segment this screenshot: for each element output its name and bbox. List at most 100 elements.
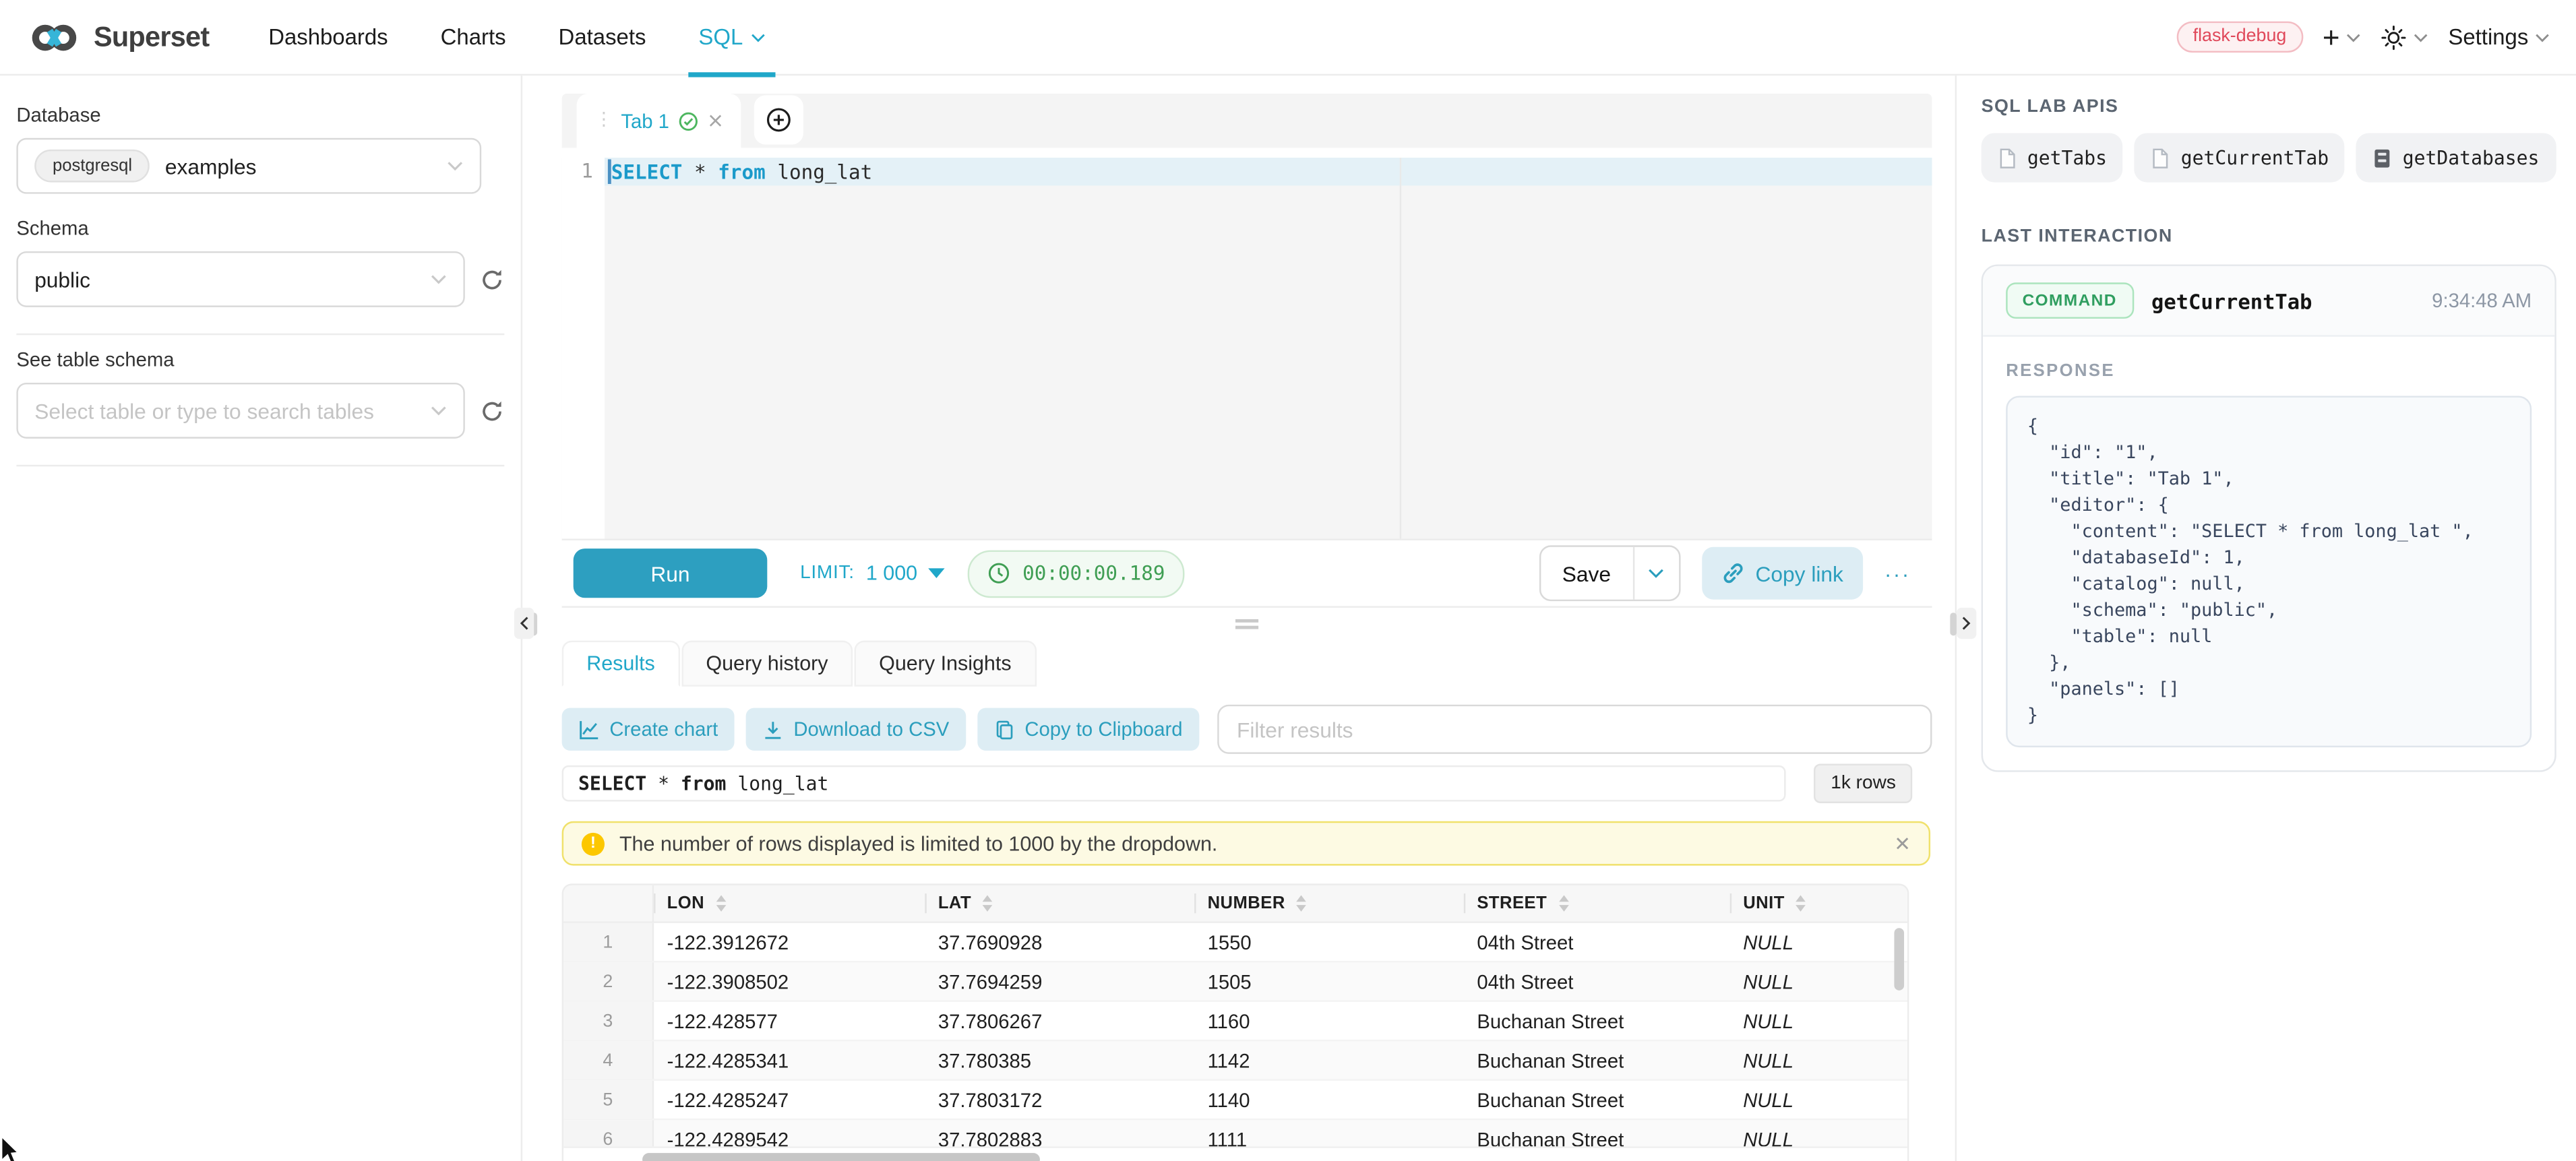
column-header-unit[interactable]: UNIT [1730,885,1907,922]
sql-text: * [646,772,681,795]
sql-code-editor[interactable]: 1 SELECT * from long_lat [562,158,1932,539]
table-cell: 1140 [1194,1081,1464,1119]
refresh-icon[interactable] [480,398,505,423]
horizontal-scrollbar-track [563,1146,1907,1161]
nav-item-dashboards[interactable]: Dashboards [242,0,414,75]
sql-text: long_lat [726,772,828,795]
copy-link-button[interactable]: Copy link [1701,547,1863,600]
nav-item-label: SQL [698,25,743,50]
table-cell: 1142 [1194,1041,1464,1079]
results-tab-query-insights[interactable]: Query Insights [855,641,1037,687]
chevron-down-icon [431,406,447,416]
table-cell: -122.4285341 [654,1041,925,1079]
close-icon[interactable] [708,113,723,128]
panel-resize-handle[interactable] [562,608,1932,641]
create-chart-button[interactable]: Create chart [562,708,735,751]
column-header-lon[interactable]: LON [654,885,925,922]
schema-select[interactable]: public [16,251,464,307]
theme-dropdown[interactable] [2381,24,2428,50]
clock-icon [988,562,1011,585]
sql-keyword: from [681,772,727,795]
collapse-sidebar-button[interactable] [514,608,534,639]
table-cell: -122.428577 [654,1002,925,1040]
command-badge: COMMAND [2006,282,2133,319]
api-button-getcurrenttab[interactable]: getCurrentTab [2135,133,2345,182]
editor-tab[interactable]: ⋮ Tab 1 [577,94,742,148]
editor-content[interactable]: SELECT * from long_lat [605,158,1932,539]
panel-scrollbar[interactable] [1949,613,1956,635]
chevron-down-icon [2414,32,2428,42]
table-select[interactable]: Select table or type to search tables [16,383,464,439]
command-timestamp: 9:34:48 AM [2432,289,2532,312]
nav-item-datasets[interactable]: Datasets [532,0,673,75]
new-item-dropdown[interactable]: + [2323,22,2361,52]
results-tabs: ResultsQuery historyQuery Insights [562,641,1932,687]
collapse-right-panel-button[interactable] [1957,608,1976,639]
interaction-card-header: COMMAND getCurrentTab 9:34:48 AM [1983,266,2554,337]
save-dropdown-caret[interactable] [1632,547,1678,600]
column-header-street[interactable]: STREET [1464,885,1730,922]
top-nav-right: flask-debug + Settings [2176,22,2550,53]
database-select[interactable]: postgresql examples [16,138,481,194]
run-button[interactable]: Run [574,548,768,598]
column-header-label: UNIT [1743,893,1785,913]
api-button-gettabs[interactable]: getTabs [1982,133,2124,182]
sort-icon[interactable] [1297,896,1307,911]
schema-value: public [34,267,90,292]
chevron-down-icon [2346,32,2361,42]
sort-icon[interactable] [983,896,993,911]
table-cell: Buchanan Street [1464,1002,1730,1040]
results-tab-results[interactable]: Results [562,641,680,687]
sql-keyword: SELECT [611,160,683,183]
api-button-getdatabases[interactable]: getDatabases [2357,133,2556,182]
plus-circle-icon [766,106,793,132]
sqllab-sidebar: Database postgresql examples Schema publ… [0,75,522,1161]
vertical-scrollbar[interactable] [1894,928,1904,991]
column-header-label: LON [667,893,704,913]
column-header-lat[interactable]: LAT [925,885,1194,922]
horizontal-scrollbar[interactable] [642,1153,1040,1161]
filter-results-input[interactable] [1217,705,1932,754]
limit-dropdown[interactable]: LIMIT: 1 000 [800,562,945,585]
limit-value: 1 000 [866,562,917,585]
sort-icon[interactable] [716,896,726,911]
editor-toolbar: Run LIMIT: 1 000 00:00:00.189 Save [562,539,1932,608]
download-csv-button[interactable]: Download to CSV [746,708,966,751]
more-options-button[interactable]: ··· [1884,561,1911,586]
top-nav: Superset Dashboards Charts Datasets SQL fla… [0,0,2576,75]
add-tab-button[interactable] [755,94,804,144]
nav-item-charts[interactable]: Charts [415,0,532,75]
column-header-number[interactable]: NUMBER [1194,885,1464,922]
editor-active-line: SELECT * from long_lat [605,158,1932,185]
results-table-body: 1-122.391267237.7690928155004th StreetNU… [563,923,1907,1160]
sort-icon[interactable] [1558,896,1568,911]
row-number-header [563,885,654,922]
database-value: examples [165,154,257,179]
save-button[interactable]: Save [1541,547,1632,600]
response-json: { "id": "1", "title": "Tab 1", "editor":… [2006,396,2532,747]
results-body: Create chart Download to CSV Copy to Cli… [562,687,1932,1161]
nav-item-label: Charts [441,25,506,50]
nav-item-sql[interactable]: SQL [672,0,792,75]
elapsed-timer: 00:00:00.189 [969,549,1185,597]
settings-menu[interactable]: Settings [2448,25,2550,50]
row-number: 2 [563,962,654,1000]
sort-icon[interactable] [1796,896,1806,911]
results-tab-query-history[interactable]: Query history [681,641,853,687]
brand-name: Superset [94,20,210,53]
refresh-icon[interactable] [480,267,505,292]
close-icon[interactable]: ✕ [1894,832,1911,855]
settings-label: Settings [2448,25,2528,50]
sidebar-divider [16,334,504,335]
superset-logo[interactable]: Superset [26,20,209,53]
sql-keyword: SELECT [578,772,646,795]
table-cell: NULL [1730,962,1907,1000]
sidebar-divider [16,465,504,466]
table-select-placeholder: Select table or type to search tables [34,398,374,423]
chart-icon [578,718,600,740]
drag-handle-icon[interactable]: ⋮ [594,112,611,130]
api-buttons: getTabsgetCurrentTabgetDatabases [1982,133,2558,182]
nav-item-label: Dashboards [268,25,388,50]
copy-clipboard-button[interactable]: Copy to Clipboard [977,708,1199,751]
table-cell: 1160 [1194,1002,1464,1040]
